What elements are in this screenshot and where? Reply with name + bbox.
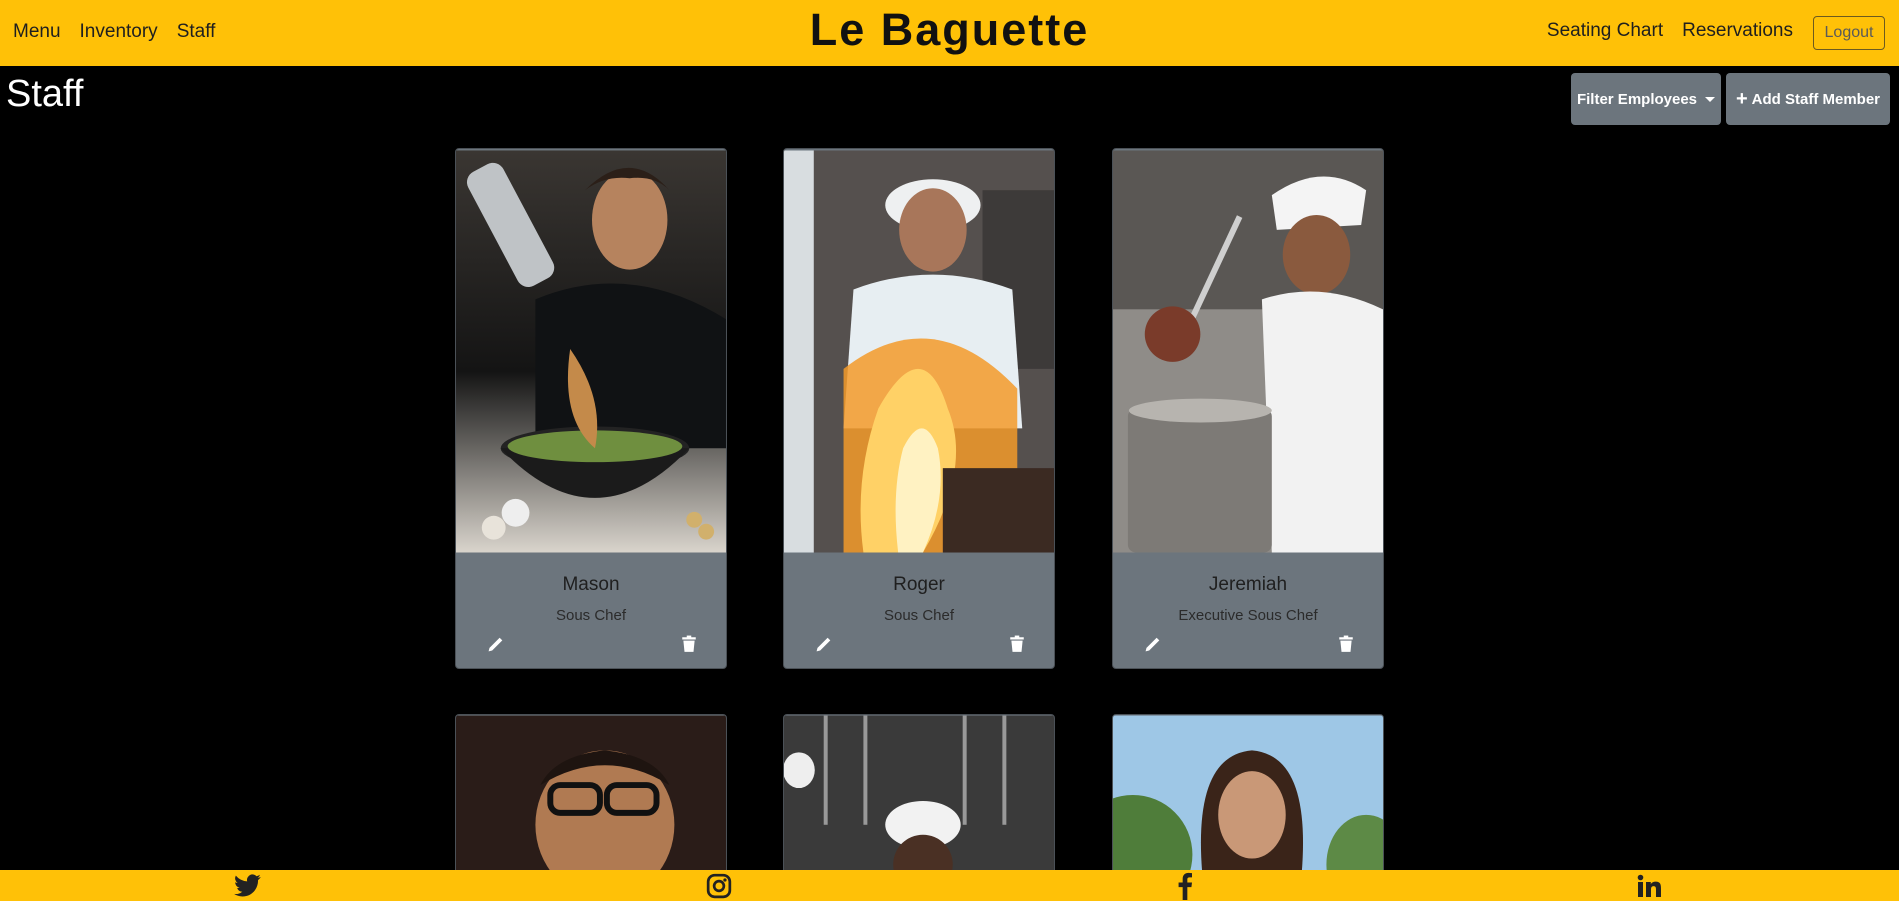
staff-photo [784,715,1054,873]
pencil-icon[interactable] [1143,636,1161,654]
nav-staff-link[interactable]: Staff [177,21,216,43]
trash-icon[interactable] [1337,635,1355,653]
page-title: Staff [6,73,84,115]
footer [0,870,1899,901]
staff-card [783,714,1055,874]
twitter-icon[interactable] [233,872,263,900]
brand-title[interactable]: Le Baguette [810,4,1090,55]
staff-role: Executive Sous Chef [1178,607,1318,624]
linkedin-icon[interactable] [1634,872,1664,900]
staff-photo [456,715,726,873]
top-navbar: Menu Inventory Staff Le Baguette Seating… [0,0,1899,66]
add-staff-member-label: Add Staff Member [1751,90,1881,108]
plus-icon: + [1735,88,1748,110]
nav-inventory-link[interactable]: Inventory [80,21,158,43]
staff-photo [456,150,726,553]
pencil-icon[interactable] [486,636,504,654]
staff-card: Jeremiah Executive Sous Chef [1112,148,1384,669]
logout-button[interactable]: Logout [1813,16,1885,50]
staff-card: Mason Sous Chef [455,148,727,669]
staff-name: Roger [893,574,945,595]
nav-seating-chart-link[interactable]: Seating Chart [1547,20,1663,42]
staff-card: Roger Sous Chef [783,148,1055,669]
pencil-icon[interactable] [814,636,832,654]
staff-photo [784,150,1054,553]
staff-photo [1113,150,1383,553]
facebook-icon[interactable] [1170,872,1200,900]
staff-photo [1113,715,1383,873]
nav-right: Seating Chart Reservations [1547,0,1793,62]
nav-left: Menu Inventory Staff [13,0,215,64]
caret-down-icon [1705,96,1716,102]
staff-card [455,714,727,874]
trash-icon[interactable] [1008,635,1026,653]
staff-name: Mason [562,574,620,595]
filter-employees-dropdown[interactable]: Filter Employees [1571,73,1721,125]
nav-menu-link[interactable]: Menu [13,21,61,43]
staff-name: Jeremiah [1208,574,1288,595]
instagram-icon[interactable] [704,872,734,900]
add-staff-member-button[interactable]: + Add Staff Member [1726,73,1890,125]
trash-icon[interactable] [680,635,698,653]
nav-reservations-link[interactable]: Reservations [1682,20,1793,42]
filter-employees-label: Filter Employees [1576,90,1698,108]
staff-card [1112,714,1384,874]
staff-role: Sous Chef [883,607,955,624]
staff-role: Sous Chef [555,607,627,624]
